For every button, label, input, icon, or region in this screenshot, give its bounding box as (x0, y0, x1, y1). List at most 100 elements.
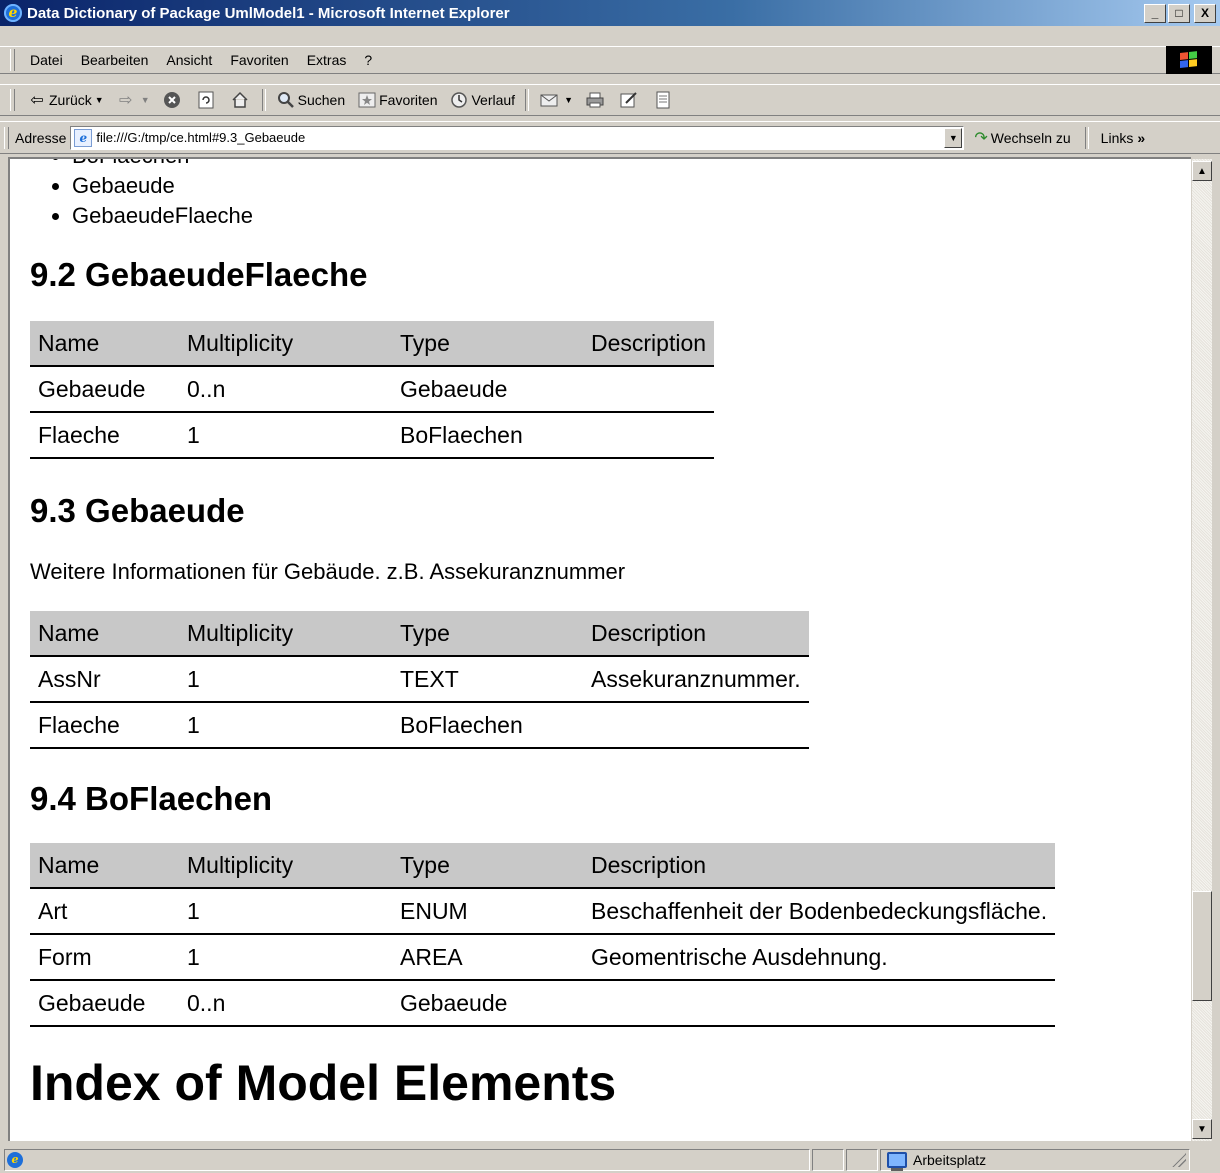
column-header: Multiplicity (179, 843, 392, 889)
page-viewport[interactable]: BoFlaechen Gebaeude GebaeudeFlaeche 9.2 … (8, 157, 1191, 1141)
section-description: Weitere Informationen für Gebäude. z.B. … (30, 559, 626, 584)
go-arrow-icon: ↷ (974, 129, 988, 147)
cell-description: Geomentrische Ausdehnung. (583, 934, 1056, 981)
favorites-star-icon (357, 90, 377, 110)
cell-multiplicity: 0..n (179, 366, 392, 413)
cell-type: AREA (392, 934, 583, 981)
column-header: Multiplicity (179, 611, 392, 657)
mail-dropdown-icon[interactable]: ▼ (564, 95, 573, 105)
list-item: GebaeudeFlaeche (72, 201, 1180, 231)
cell-description: Beschaffenheit der Bodenbedeckungsfläche… (583, 888, 1056, 935)
address-input[interactable]: e file:///G:/tmp/ce.html#9.3_Gebaeude ▼ (70, 125, 965, 150)
cell-name: Form (30, 934, 179, 981)
refresh-button[interactable] (190, 90, 224, 110)
back-button[interactable]: ⇦ Zurück ▼ (21, 90, 110, 110)
table-row: Flaeche 1 BoFlaechen (30, 702, 809, 749)
cell-description (583, 702, 809, 749)
cell-type: Gebaeude (392, 366, 583, 413)
section-heading: 9.3 Gebaeude (30, 492, 245, 529)
stop-button[interactable] (156, 90, 190, 110)
forward-button[interactable]: ⇨ ▼ (110, 90, 156, 110)
cell-description (583, 412, 715, 459)
standard-toolbar: ⇦ Zurück ▼ ⇨ ▼ Suchen Favoriten Verlauf … (0, 84, 1220, 116)
minimize-button[interactable]: _ (1144, 3, 1166, 23)
column-header: Description (583, 321, 715, 367)
edit-button[interactable] (613, 90, 647, 110)
section-heading: 9.2 GebaeudeFlaeche (30, 256, 368, 293)
toolbar-grip[interactable] (10, 89, 15, 111)
menu-ansicht[interactable]: Ansicht (157, 52, 221, 68)
computer-icon (887, 1151, 907, 1171)
status-progress (812, 1148, 844, 1171)
column-header: Type (392, 611, 583, 657)
cell-type: TEXT (392, 656, 583, 703)
page-icon: e (74, 128, 93, 147)
table-row: Form 1 AREA Geomentrische Ausdehnung. (30, 934, 1056, 981)
address-value: file:///G:/tmp/ce.html#9.3_Gebaeude (96, 130, 306, 145)
cell-type: BoFlaechen (392, 702, 583, 749)
links-button[interactable]: Links » (1093, 130, 1145, 146)
menu-favoriten[interactable]: Favoriten (221, 52, 297, 68)
status-zone: Arbeitsplatz (880, 1148, 1190, 1171)
column-header: Name (30, 843, 179, 889)
windows-flag-icon (1180, 51, 1198, 69)
search-label: Suchen (297, 92, 346, 108)
table-header-row: Name Multiplicity Type Description (30, 321, 715, 367)
list-item: BoFlaechen (72, 159, 1180, 171)
cell-multiplicity: 1 (179, 888, 392, 935)
status-security (846, 1148, 878, 1171)
scroll-up-button[interactable]: ▲ (1192, 161, 1212, 181)
cell-description (583, 366, 715, 413)
menu-extras[interactable]: Extras (298, 52, 356, 68)
table-row: Art 1 ENUM Beschaffenheit der Bodenbedec… (30, 888, 1056, 935)
address-bar: Adresse e file:///G:/tmp/ce.html#9.3_Geb… (0, 121, 1220, 154)
index-heading: Index of Model Elements (30, 1055, 617, 1111)
vertical-scrollbar[interactable]: ▲ ▼ (1192, 159, 1212, 1141)
menu-help[interactable]: ? (355, 52, 381, 68)
toolbar-separator (261, 89, 266, 111)
cell-description: Assekuranznummer. (583, 656, 809, 703)
print-icon (585, 90, 605, 110)
back-dropdown-icon[interactable]: ▼ (95, 95, 104, 105)
forward-arrow-icon: ⇨ (119, 92, 133, 109)
close-button[interactable]: X (1194, 3, 1216, 23)
mail-button[interactable]: ▼ (533, 90, 579, 110)
history-icon (449, 90, 469, 110)
table-row: Gebaeude 0..n Gebaeude (30, 366, 715, 413)
stop-icon (162, 90, 182, 110)
title-bar[interactable]: e Data Dictionary of Package UmlModel1 -… (0, 0, 1220, 26)
menu-datei[interactable]: Datei (21, 52, 72, 68)
address-label: Adresse (15, 129, 67, 146)
go-button[interactable]: ↷ Wechseln zu (964, 128, 1080, 148)
discuss-button[interactable] (647, 90, 681, 110)
zone-label: Arbeitsplatz (913, 1151, 987, 1168)
back-arrow-icon: ⇦ (30, 92, 44, 109)
cell-type: BoFlaechen (392, 412, 583, 459)
column-header: Multiplicity (179, 321, 392, 367)
search-button[interactable]: Suchen (270, 90, 351, 110)
address-dropdown-icon[interactable]: ▼ (944, 127, 963, 148)
history-button[interactable]: Verlauf (443, 90, 521, 110)
attribute-table: Name Multiplicity Type Description AssNr… (30, 611, 809, 749)
chevron-right-icon: » (1137, 129, 1146, 146)
cell-multiplicity: 1 (179, 702, 392, 749)
print-button[interactable] (579, 90, 613, 110)
attribute-table: Name Multiplicity Type Description Art 1… (30, 843, 1056, 1027)
home-button[interactable] (224, 90, 258, 110)
status-bar: e Arbeitsplatz (0, 1146, 1220, 1173)
page-content: BoFlaechen Gebaeude GebaeudeFlaeche 9.2 … (30, 159, 1180, 1111)
favorites-button[interactable]: Favoriten (351, 90, 443, 110)
menu-grip[interactable] (10, 49, 15, 71)
address-grip[interactable] (4, 126, 9, 149)
cell-name: Gebaeude (30, 980, 179, 1027)
maximize-button[interactable]: □ (1168, 3, 1190, 23)
section-heading: 9.4 BoFlaechen (30, 780, 273, 817)
cell-multiplicity: 1 (179, 412, 392, 459)
scroll-thumb[interactable] (1192, 891, 1212, 1001)
favorites-label: Favoriten (379, 92, 438, 108)
scroll-down-button[interactable]: ▼ (1192, 1119, 1212, 1139)
forward-dropdown-icon[interactable]: ▼ (141, 95, 150, 105)
table-header-row: Name Multiplicity Type Description (30, 843, 1056, 889)
resize-grip-icon[interactable] (1172, 1152, 1186, 1167)
menu-bearbeiten[interactable]: Bearbeiten (72, 52, 158, 68)
